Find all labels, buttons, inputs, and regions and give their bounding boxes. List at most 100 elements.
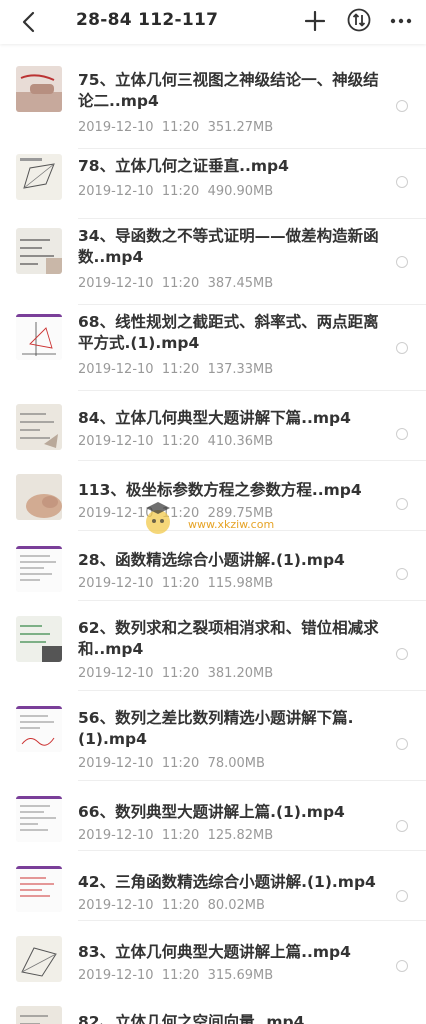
file-date: 2019-12-10 bbox=[78, 666, 154, 681]
file-date: 2019-12-10 bbox=[78, 506, 154, 521]
add-button[interactable] bbox=[302, 8, 328, 34]
select-radio[interactable] bbox=[396, 820, 408, 832]
file-name: 68、线性规划之截距式、斜率式、两点距离平方式.(1).mp4 bbox=[78, 313, 379, 352]
file-time: 11:20 bbox=[161, 898, 200, 913]
file-meta: 2019-12-10 11:20 137.33MB bbox=[78, 362, 273, 377]
file-meta: 2019-12-10 11:20 80.02MB bbox=[78, 898, 265, 913]
select-radio[interactable] bbox=[396, 890, 408, 902]
file-date: 2019-12-10 bbox=[78, 276, 154, 291]
file-row[interactable]: 78、立体几何之证垂直..mp4 2019-12-10 11:20 490.90… bbox=[0, 148, 426, 218]
file-meta: 2019-12-10 11:20 381.20MB bbox=[78, 666, 273, 681]
more-icon bbox=[390, 18, 412, 24]
file-time: 11:20 bbox=[161, 120, 200, 135]
file-time: 11:20 bbox=[161, 362, 200, 377]
file-size: 137.33MB bbox=[207, 362, 274, 377]
video-thumbnail bbox=[16, 154, 62, 200]
file-meta: 2019-12-10 11:20 387.45MB bbox=[78, 276, 273, 291]
select-radio[interactable] bbox=[396, 568, 408, 580]
file-meta: 2019-12-10 11:20 125.82MB bbox=[78, 828, 273, 843]
file-size: 351.27MB bbox=[207, 120, 274, 135]
file-name: 62、数列求和之裂项相消求和、错位相减求和..mp4 bbox=[78, 619, 379, 658]
file-time: 11:20 bbox=[161, 276, 200, 291]
video-thumbnail bbox=[16, 228, 62, 274]
sort-icon bbox=[347, 8, 371, 32]
select-radio[interactable] bbox=[396, 960, 408, 972]
file-meta: 2019-12-10 11:20 289.75MB bbox=[78, 506, 273, 521]
select-radio[interactable] bbox=[396, 256, 408, 268]
select-radio[interactable] bbox=[396, 100, 408, 112]
sort-button[interactable] bbox=[346, 7, 372, 33]
file-size: 315.69MB bbox=[207, 968, 274, 983]
file-time: 11:20 bbox=[161, 506, 200, 521]
file-size: 410.36MB bbox=[207, 434, 274, 449]
file-size: 125.82MB bbox=[207, 828, 274, 843]
file-name: 28、函数精选综合小题讲解.(1).mp4 bbox=[78, 551, 345, 569]
file-date: 2019-12-10 bbox=[78, 898, 154, 913]
file-date: 2019-12-10 bbox=[78, 362, 154, 377]
file-name: 42、三角函数精选综合小题讲解.(1).mp4 bbox=[78, 873, 376, 891]
file-meta: 2019-12-10 11:20 490.90MB bbox=[78, 184, 273, 199]
file-date: 2019-12-10 bbox=[78, 184, 154, 199]
file-time: 11:20 bbox=[161, 666, 200, 681]
video-thumbnail bbox=[16, 1006, 62, 1024]
back-arrow-icon bbox=[22, 11, 35, 33]
file-row[interactable]: 68、线性规划之截距式、斜率式、两点距离平方式.(1).mp4 2019-12-… bbox=[0, 304, 426, 390]
file-size: 387.45MB bbox=[207, 276, 274, 291]
file-size: 490.90MB bbox=[207, 184, 274, 199]
file-time: 11:20 bbox=[161, 576, 200, 591]
file-time: 11:20 bbox=[161, 828, 200, 843]
file-date: 2019-12-10 bbox=[78, 756, 154, 771]
video-thumbnail bbox=[16, 66, 62, 112]
file-time: 11:20 bbox=[161, 756, 200, 771]
file-size: 78.00MB bbox=[207, 756, 265, 771]
select-radio[interactable] bbox=[396, 738, 408, 750]
video-thumbnail bbox=[16, 936, 62, 982]
video-thumbnail bbox=[16, 404, 62, 450]
video-thumbnail bbox=[16, 314, 62, 360]
video-thumbnail bbox=[16, 866, 62, 912]
back-button[interactable] bbox=[14, 8, 44, 36]
plus-icon bbox=[305, 11, 325, 31]
file-row[interactable]: 28、函数精选综合小题讲解.(1).mp4 2019-12-10 11:20 1… bbox=[0, 530, 426, 600]
select-radio[interactable] bbox=[396, 648, 408, 660]
select-radio[interactable] bbox=[396, 498, 408, 510]
file-name: 56、数列之差比数列精选小题讲解下篇.(1).mp4 bbox=[78, 709, 354, 748]
file-meta: 2019-12-10 11:20 315.69MB bbox=[78, 968, 273, 983]
file-row[interactable]: 82、立体几何之空间向量..mp4 bbox=[0, 1000, 426, 1024]
file-meta: 2019-12-10 11:20 351.27MB bbox=[78, 120, 273, 135]
file-size: 381.20MB bbox=[207, 666, 274, 681]
file-date: 2019-12-10 bbox=[78, 576, 154, 591]
select-radio[interactable] bbox=[396, 428, 408, 440]
file-row[interactable]: 62、数列求和之裂项相消求和、错位相减求和..mp4 2019-12-10 11… bbox=[0, 600, 426, 690]
video-thumbnail bbox=[16, 474, 62, 520]
file-row[interactable]: 56、数列之差比数列精选小题讲解下篇.(1).mp4 2019-12-10 11… bbox=[0, 690, 426, 780]
file-time: 11:20 bbox=[161, 434, 200, 449]
file-name: 83、立体几何典型大题讲解上篇..mp4 bbox=[78, 943, 351, 961]
file-row[interactable]: 84、立体几何典型大题讲解下篇..mp4 2019-12-10 11:20 41… bbox=[0, 390, 426, 460]
video-thumbnail bbox=[16, 616, 62, 662]
file-time: 11:20 bbox=[161, 968, 200, 983]
video-thumbnail bbox=[16, 796, 62, 842]
file-name: 84、立体几何典型大题讲解下篇..mp4 bbox=[78, 409, 351, 427]
file-date: 2019-12-10 bbox=[78, 968, 154, 983]
select-radio[interactable] bbox=[396, 176, 408, 188]
top-bar: 28-84 112-117 bbox=[0, 0, 426, 44]
select-radio[interactable] bbox=[396, 342, 408, 354]
file-date: 2019-12-10 bbox=[78, 828, 154, 843]
file-name: 113、极坐标参数方程之参数方程..mp4 bbox=[78, 481, 362, 499]
file-row[interactable]: 113、极坐标参数方程之参数方程..mp4 2019-12-10 11:20 2… bbox=[0, 460, 426, 530]
file-date: 2019-12-10 bbox=[78, 120, 154, 135]
file-row[interactable]: 34、导函数之不等式证明——做差构造新函数..mp4 2019-12-10 11… bbox=[0, 218, 426, 304]
more-button[interactable] bbox=[388, 8, 414, 34]
file-name: 34、导函数之不等式证明——做差构造新函数..mp4 bbox=[78, 227, 379, 266]
file-row[interactable]: 83、立体几何典型大题讲解上篇..mp4 2019-12-10 11:20 31… bbox=[0, 920, 426, 1000]
file-meta: 2019-12-10 11:20 78.00MB bbox=[78, 756, 265, 771]
file-row[interactable]: 66、数列典型大题讲解上篇.(1).mp4 2019-12-10 11:20 1… bbox=[0, 780, 426, 850]
file-meta: 2019-12-10 11:20 115.98MB bbox=[78, 576, 273, 591]
video-thumbnail bbox=[16, 546, 62, 592]
file-row[interactable]: 42、三角函数精选综合小题讲解.(1).mp4 2019-12-10 11:20… bbox=[0, 850, 426, 920]
file-name: 75、立体几何三视图之神级结论一、神级结论二..mp4 bbox=[78, 71, 379, 110]
file-time: 11:20 bbox=[161, 184, 200, 199]
file-row[interactable]: 75、立体几何三视图之神级结论一、神级结论二..mp4 2019-12-10 1… bbox=[0, 62, 426, 148]
file-date: 2019-12-10 bbox=[78, 434, 154, 449]
